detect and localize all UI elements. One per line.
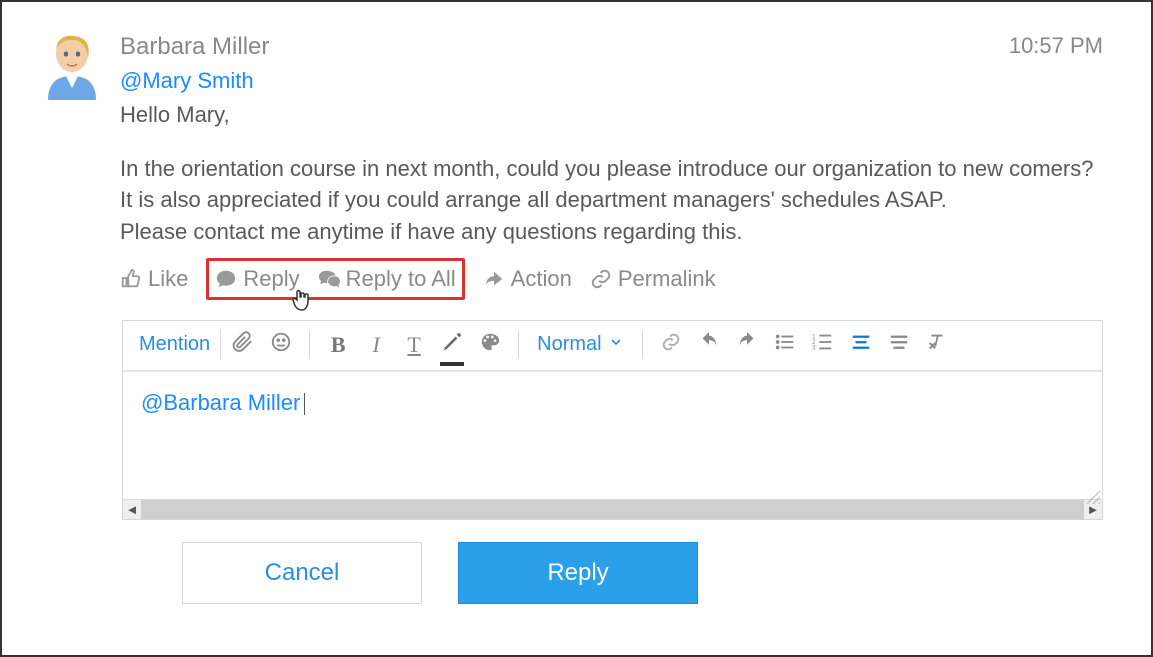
post-body-line: It is also appreciated if you could arra… bbox=[120, 184, 1103, 216]
list-bullet-icon bbox=[774, 331, 796, 358]
like-button[interactable]: Like bbox=[120, 263, 188, 295]
bullet-list-button[interactable] bbox=[769, 330, 801, 360]
horizontal-scrollbar[interactable]: ◄ ► bbox=[123, 499, 1102, 519]
align-justify-button[interactable] bbox=[883, 330, 915, 360]
action-button[interactable]: Action bbox=[483, 263, 572, 295]
permalink-label: Permalink bbox=[618, 263, 716, 295]
highlight-button[interactable] bbox=[436, 330, 468, 360]
scroll-track[interactable] bbox=[141, 500, 1084, 519]
reply-button[interactable]: Reply bbox=[215, 263, 299, 295]
palette-icon bbox=[479, 331, 501, 358]
reply-highlight: Reply Reply to All bbox=[206, 258, 464, 300]
resize-grip[interactable] bbox=[1086, 484, 1100, 498]
post-container: Barbara Miller 10:57 PM @Mary Smith Hell… bbox=[42, 30, 1103, 300]
post-timestamp: 10:57 PM bbox=[1009, 30, 1103, 62]
emoji-button[interactable] bbox=[265, 330, 297, 360]
reply-all-label: Reply to All bbox=[346, 263, 456, 295]
submit-reply-button[interactable]: Reply bbox=[458, 542, 698, 604]
post-body-line: In the orientation course in next month,… bbox=[120, 153, 1103, 185]
bold-button[interactable]: B bbox=[322, 330, 354, 360]
editor-textarea[interactable]: @Barbara Miller bbox=[123, 371, 1102, 499]
speech-bubble-icon bbox=[215, 268, 237, 290]
permalink-button[interactable]: Permalink bbox=[590, 263, 716, 295]
like-label: Like bbox=[148, 263, 188, 295]
paperclip-icon bbox=[232, 331, 254, 358]
align-center-button[interactable] bbox=[845, 330, 877, 360]
scroll-left-arrow[interactable]: ◄ bbox=[123, 501, 141, 519]
speech-bubbles-icon bbox=[318, 268, 340, 290]
undo-button[interactable] bbox=[693, 330, 725, 360]
reply-editor: Mention B I T Normal bbox=[122, 320, 1103, 520]
thumbs-up-icon bbox=[120, 268, 142, 290]
list-numbered-icon: 123 bbox=[812, 331, 834, 358]
attachment-button[interactable] bbox=[227, 330, 259, 360]
underline-button[interactable]: T bbox=[398, 330, 430, 360]
text-color-button[interactable] bbox=[474, 330, 506, 360]
redo-icon bbox=[736, 331, 758, 358]
link-icon bbox=[590, 268, 612, 290]
text-caret bbox=[304, 393, 305, 415]
redo-button[interactable] bbox=[731, 330, 763, 360]
paragraph-format-select[interactable]: Normal bbox=[531, 333, 629, 356]
align-justify-icon bbox=[888, 331, 910, 358]
reply-buttons-row: Cancel Reply bbox=[182, 542, 1103, 604]
post-mention[interactable]: @Mary Smith bbox=[120, 65, 1103, 97]
post-body-line: Hello Mary, bbox=[120, 99, 1103, 131]
clear-format-button[interactable] bbox=[921, 330, 953, 360]
insert-link-button[interactable] bbox=[655, 330, 687, 360]
action-label: Action bbox=[511, 263, 572, 295]
link-icon bbox=[660, 331, 682, 358]
post-actions: Like Reply Reply to All bbox=[120, 258, 1103, 300]
reply-label: Reply bbox=[243, 263, 299, 295]
cancel-button[interactable]: Cancel bbox=[182, 542, 422, 604]
svg-text:3: 3 bbox=[812, 344, 816, 351]
post-body: Hello Mary, In the orientation course in… bbox=[120, 99, 1103, 249]
clear-format-icon bbox=[926, 331, 948, 358]
editor-mention[interactable]: @Barbara Miller bbox=[141, 390, 300, 415]
arrow-right-icon bbox=[483, 268, 505, 290]
undo-icon bbox=[698, 331, 720, 358]
numbered-list-button[interactable]: 123 bbox=[807, 330, 839, 360]
chevron-down-icon bbox=[608, 333, 624, 356]
italic-button[interactable]: I bbox=[360, 330, 392, 360]
post-body-line: Please contact me anytime if have any qu… bbox=[120, 216, 1103, 248]
avatar bbox=[42, 30, 102, 100]
format-label: Normal bbox=[537, 333, 601, 356]
align-center-icon bbox=[850, 331, 872, 358]
post-author: Barbara Miller bbox=[120, 30, 269, 65]
pencil-icon bbox=[441, 331, 463, 358]
editor-toolbar: Mention B I T Normal bbox=[123, 321, 1102, 371]
reply-all-button[interactable]: Reply to All bbox=[318, 263, 456, 295]
mention-button[interactable]: Mention bbox=[135, 329, 221, 360]
smiley-icon bbox=[270, 331, 292, 358]
